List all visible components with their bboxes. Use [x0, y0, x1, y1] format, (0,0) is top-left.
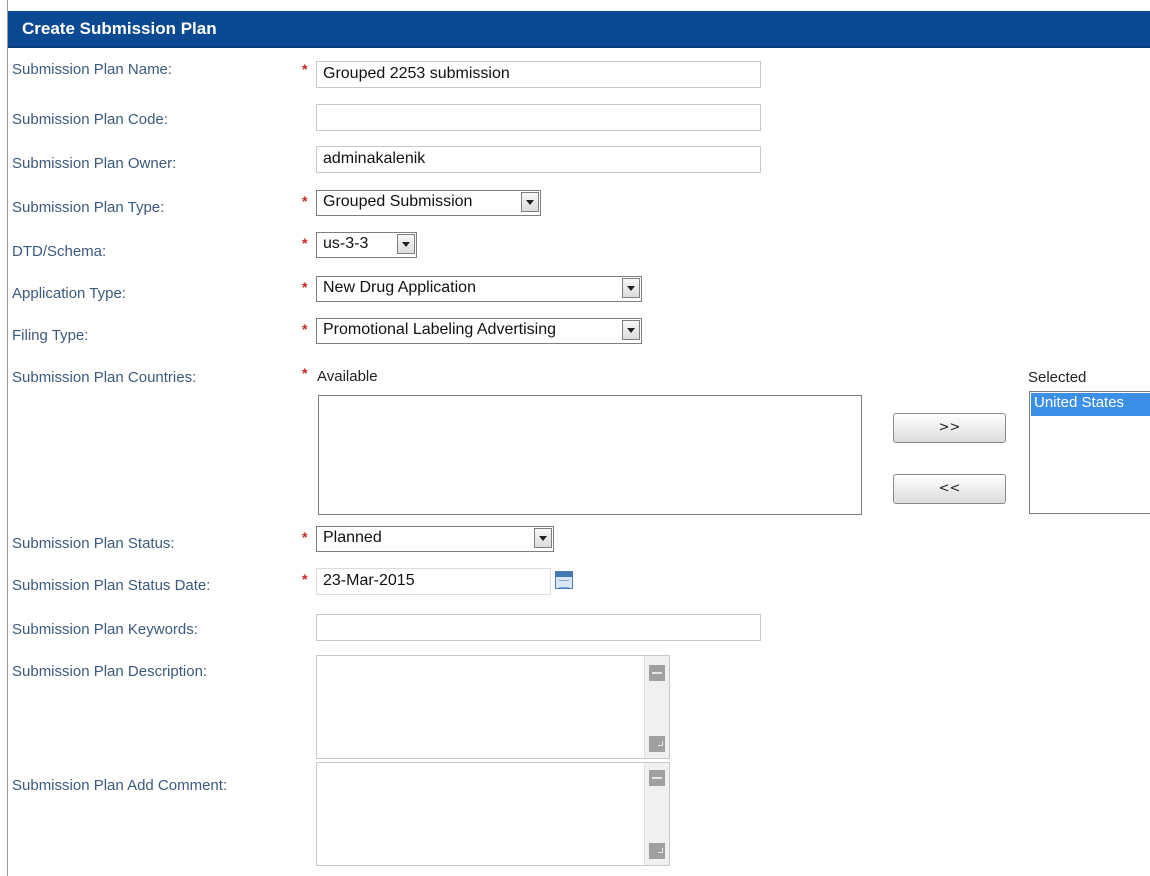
minimize-icon[interactable]	[649, 770, 665, 786]
status-date-input[interactable]: 23-Mar-2015	[316, 568, 551, 595]
countries-label: Submission Plan Countries:	[12, 369, 197, 386]
chevron-down-icon[interactable]	[521, 192, 539, 212]
selected-countries-listbox[interactable]: United States	[1029, 391, 1150, 514]
status-required-marker: *	[302, 529, 308, 545]
name-label: Submission Plan Name:	[12, 61, 173, 78]
panel-title: Create Submission Plan	[22, 19, 217, 38]
dtd-label: DTD/Schema:	[12, 243, 107, 260]
minimize-icon[interactable]	[649, 665, 665, 681]
calendar-icon[interactable]	[555, 571, 573, 589]
status-label: Submission Plan Status:	[12, 535, 175, 552]
available-countries-listbox[interactable]	[318, 395, 862, 515]
application-type-value: New Drug Application	[323, 279, 476, 296]
application-type-required-marker: *	[302, 279, 308, 295]
chevron-down-icon[interactable]	[397, 234, 415, 254]
submission-plan-owner-input[interactable]: adminakalenik	[316, 146, 761, 173]
chevron-down-icon[interactable]	[622, 320, 640, 340]
resize-icon[interactable]	[649, 843, 665, 859]
submission-plan-type-value: Grouped Submission	[323, 193, 473, 210]
status-date-label: Submission Plan Status Date:	[12, 577, 211, 594]
chevron-down-icon[interactable]	[622, 278, 640, 298]
selected-country-option[interactable]: United States	[1031, 393, 1150, 416]
keywords-label: Submission Plan Keywords:	[12, 621, 198, 638]
selected-countries-heading: Selected	[1028, 369, 1087, 386]
dtd-required-marker: *	[302, 235, 308, 251]
dtd-schema-value: us-3-3	[323, 235, 369, 252]
application-type-label: Application Type:	[12, 285, 126, 302]
filing-type-select[interactable]: Promotional Labeling Advertising	[316, 318, 642, 344]
filing-type-value: Promotional Labeling Advertising	[323, 321, 557, 338]
keywords-input[interactable]	[316, 614, 761, 641]
name-required-marker: *	[302, 61, 308, 77]
owner-label: Submission Plan Owner:	[12, 155, 177, 172]
available-countries-heading: Available	[317, 368, 378, 385]
remove-country-button[interactable]: <<	[893, 474, 1006, 504]
submission-plan-status-select[interactable]: Planned	[316, 526, 554, 552]
resize-icon[interactable]	[649, 736, 665, 752]
submission-plan-name-input[interactable]: Grouped 2253 submission	[316, 61, 761, 88]
submission-plan-status-value: Planned	[323, 529, 382, 546]
chevron-down-icon[interactable]	[534, 528, 552, 548]
description-label: Submission Plan Description:	[12, 663, 208, 680]
type-label: Submission Plan Type:	[12, 199, 165, 216]
submission-plan-code-input[interactable]	[316, 104, 761, 131]
dtd-schema-select[interactable]: us-3-3	[316, 232, 417, 258]
add-comment-textarea[interactable]	[316, 762, 670, 866]
comment-label: Submission Plan Add Comment:	[12, 777, 228, 794]
description-textarea[interactable]	[316, 655, 670, 759]
submission-plan-type-select[interactable]: Grouped Submission	[316, 190, 541, 216]
filing-type-label: Filing Type:	[12, 327, 89, 344]
code-label: Submission Plan Code:	[12, 111, 168, 128]
type-required-marker: *	[302, 193, 308, 209]
status-date-required-marker: *	[302, 571, 308, 587]
filing-type-required-marker: *	[302, 321, 308, 337]
comment-scrollbar[interactable]	[644, 763, 669, 865]
countries-required-marker: *	[302, 365, 308, 381]
add-country-button[interactable]: >>	[893, 413, 1006, 443]
application-type-select[interactable]: New Drug Application	[316, 276, 642, 302]
panel-header: Create Submission Plan	[8, 11, 1150, 48]
description-scrollbar[interactable]	[644, 656, 669, 758]
create-submission-plan-panel: Create Submission Plan Submission Plan N…	[7, 0, 1150, 876]
